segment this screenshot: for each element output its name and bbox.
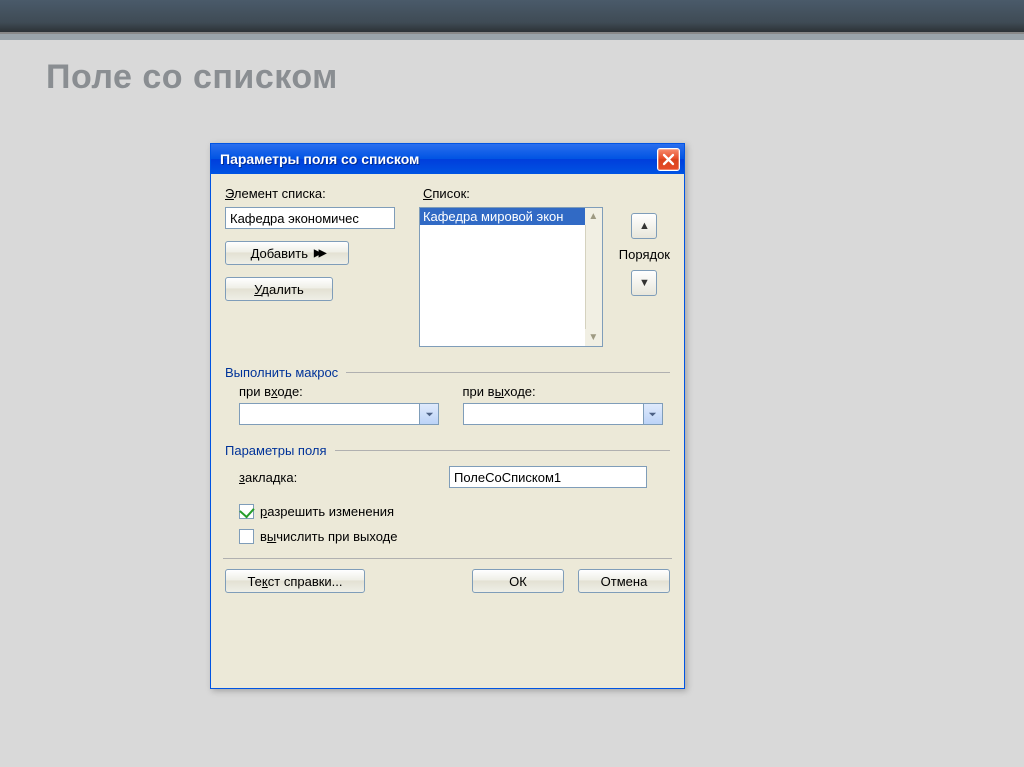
label-allow-changes: разрешить изменения: [260, 504, 394, 519]
help-text-button-label: Текст справки...: [247, 574, 342, 589]
checkbox-allow-changes[interactable]: [239, 504, 254, 519]
close-button[interactable]: [657, 148, 680, 171]
app-subbar: [0, 34, 1024, 40]
label-on-enter: при входе:: [239, 384, 447, 399]
cancel-button[interactable]: Отмена: [578, 569, 670, 593]
checkbox-calc-on-exit[interactable]: [239, 529, 254, 544]
remove-button[interactable]: Удалить: [225, 277, 333, 301]
fast-forward-icon: ▶▶: [314, 248, 323, 259]
remove-button-label: Удалить: [254, 282, 304, 297]
chevron-down-icon[interactable]: [643, 404, 662, 424]
list-box[interactable]: Кафедра мировой экон ▲ ▼: [419, 207, 603, 347]
label-order: Порядок: [619, 247, 670, 262]
cancel-button-label: Отмена: [601, 574, 648, 589]
add-button[interactable]: Добавить ▶▶: [225, 241, 349, 265]
element-input[interactable]: [225, 207, 395, 229]
label-list: Список:: [423, 186, 670, 201]
arrow-down-icon: ▼: [639, 277, 650, 289]
label-on-exit: при выходе:: [463, 384, 671, 399]
dialog-title: Параметры поля со списком: [220, 151, 419, 167]
macro-exit-value: [464, 404, 643, 424]
macro-exit-combo[interactable]: [463, 403, 663, 425]
section-macro-label: Выполнить макрос: [225, 365, 338, 380]
checkbox-calc-on-exit-row[interactable]: вычислить при выходе: [239, 529, 670, 544]
label-bookmark: закладка:: [239, 470, 439, 485]
dialog-footer: Текст справки... ОК Отмена: [225, 569, 670, 593]
page-title: Поле со списком: [46, 58, 338, 97]
checkbox-allow-changes-row[interactable]: разрешить изменения: [239, 504, 670, 519]
dialog-client: Элемент списка: Список: Добавить ▶▶ Удал…: [211, 174, 684, 605]
footer-separator: [223, 558, 672, 559]
scroll-down-icon[interactable]: ▼: [585, 329, 602, 346]
close-icon: [662, 153, 675, 166]
ok-button-label: ОК: [509, 574, 527, 589]
section-field-params: Параметры поля: [225, 443, 670, 458]
label-list-element: Элемент списка:: [225, 186, 407, 201]
bookmark-input[interactable]: [449, 466, 647, 488]
macro-enter-combo[interactable]: [239, 403, 439, 425]
section-macro: Выполнить макрос: [225, 365, 670, 380]
macro-enter-value: [240, 404, 419, 424]
arrow-up-icon: ▲: [639, 220, 650, 232]
combobox-parameters-dialog: Параметры поля со списком Элемент списка…: [210, 143, 685, 689]
section-field-params-label: Параметры поля: [225, 443, 327, 458]
order-up-button[interactable]: ▲: [631, 213, 657, 239]
listbox-scrollbar[interactable]: ▲ ▼: [585, 208, 602, 346]
app-topbar: [0, 0, 1024, 34]
order-down-button[interactable]: ▼: [631, 270, 657, 296]
list-item[interactable]: Кафедра мировой экон: [420, 208, 585, 225]
label-calc-on-exit: вычислить при выходе: [260, 529, 397, 544]
titlebar[interactable]: Параметры поля со списком: [211, 144, 684, 174]
scroll-up-icon[interactable]: ▲: [585, 208, 602, 225]
ok-button[interactable]: ОК: [472, 569, 564, 593]
add-button-label: обавить: [260, 246, 309, 261]
chevron-down-icon[interactable]: [419, 404, 438, 424]
help-text-button[interactable]: Текст справки...: [225, 569, 365, 593]
